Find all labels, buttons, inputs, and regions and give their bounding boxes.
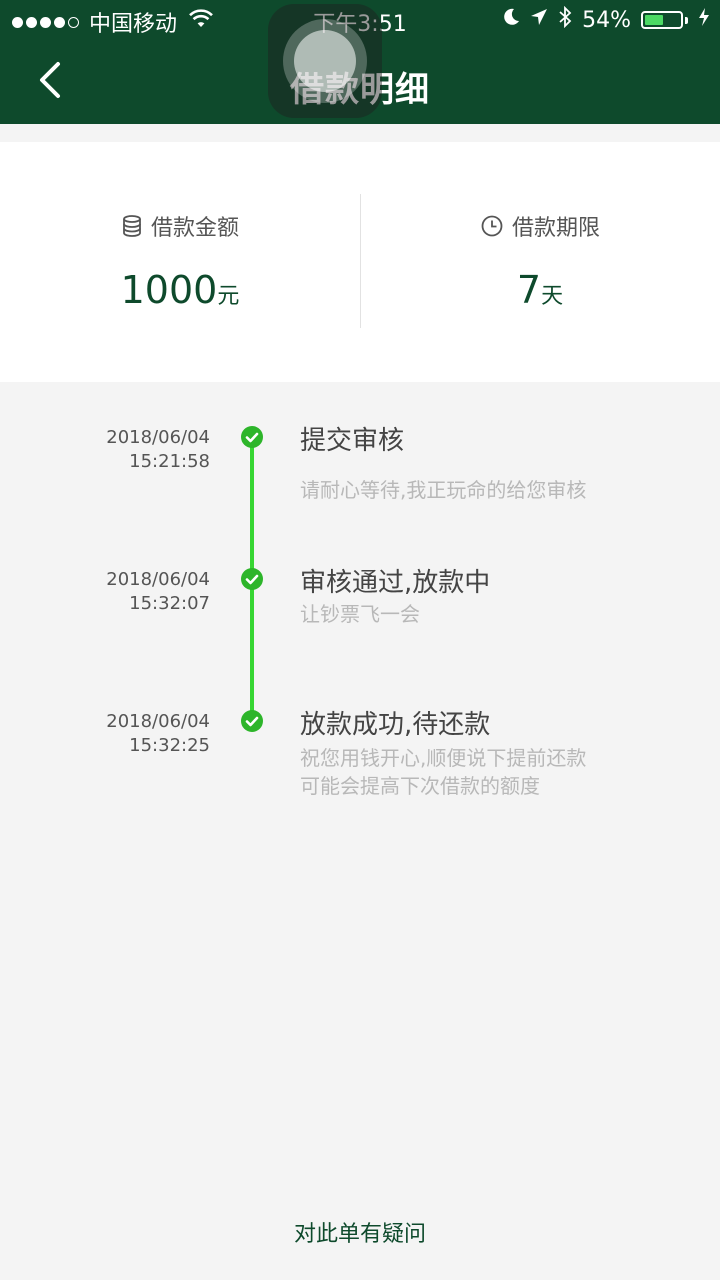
step-datetime: 2018/06/04 15:32:25 xyxy=(106,711,210,756)
step-datetime: 2018/06/04 15:32:07 xyxy=(106,569,210,614)
timeline-connector xyxy=(250,588,254,718)
timeline-connector xyxy=(250,446,254,582)
step-title: 审核通过,放款中 xyxy=(300,568,491,598)
loan-amount-label: 借款金额 xyxy=(121,210,239,242)
step-title: 放款成功,待还款 xyxy=(300,710,491,740)
battery-icon xyxy=(641,11,688,29)
assistive-touch-button[interactable] xyxy=(268,4,382,118)
loan-amount-value: 1000元 xyxy=(120,268,240,312)
charging-bolt-icon xyxy=(698,7,710,33)
check-circle-icon xyxy=(241,568,263,590)
coin-stack-icon xyxy=(123,215,141,237)
loan-term-label: 借款期限 xyxy=(480,210,600,242)
status-right: 54% xyxy=(502,5,710,34)
step-description: 让钞票飞一会 xyxy=(300,602,420,626)
step-title: 提交审核 xyxy=(300,426,405,456)
location-arrow-icon xyxy=(530,7,548,33)
clock-icon xyxy=(481,215,503,237)
loan-summary-card: 借款金额 1000元 借款期限 7天 xyxy=(0,142,720,382)
loan-term-section: 借款期限 7天 xyxy=(360,210,720,312)
loan-term-value: 7天 xyxy=(516,268,564,312)
loan-amount-section: 借款金额 1000元 xyxy=(0,210,360,312)
check-circle-icon xyxy=(241,710,263,732)
step-description: 祝您用钱开心,顺便说下提前还款 可能会提高下次借款的额度 xyxy=(300,746,587,798)
check-circle-icon xyxy=(241,426,263,448)
bluetooth-icon xyxy=(558,5,572,34)
moon-icon xyxy=(502,7,520,33)
battery-percent: 54% xyxy=(582,7,631,33)
step-datetime: 2018/06/04 15:21:58 xyxy=(106,427,210,472)
app-header: 中国移动 下午3:51 54% 借款明细 xyxy=(0,0,720,124)
question-link[interactable]: 对此单有疑问 xyxy=(0,1216,720,1248)
step-description: 请耐心等待,我正玩命的给您审核 xyxy=(300,478,587,502)
